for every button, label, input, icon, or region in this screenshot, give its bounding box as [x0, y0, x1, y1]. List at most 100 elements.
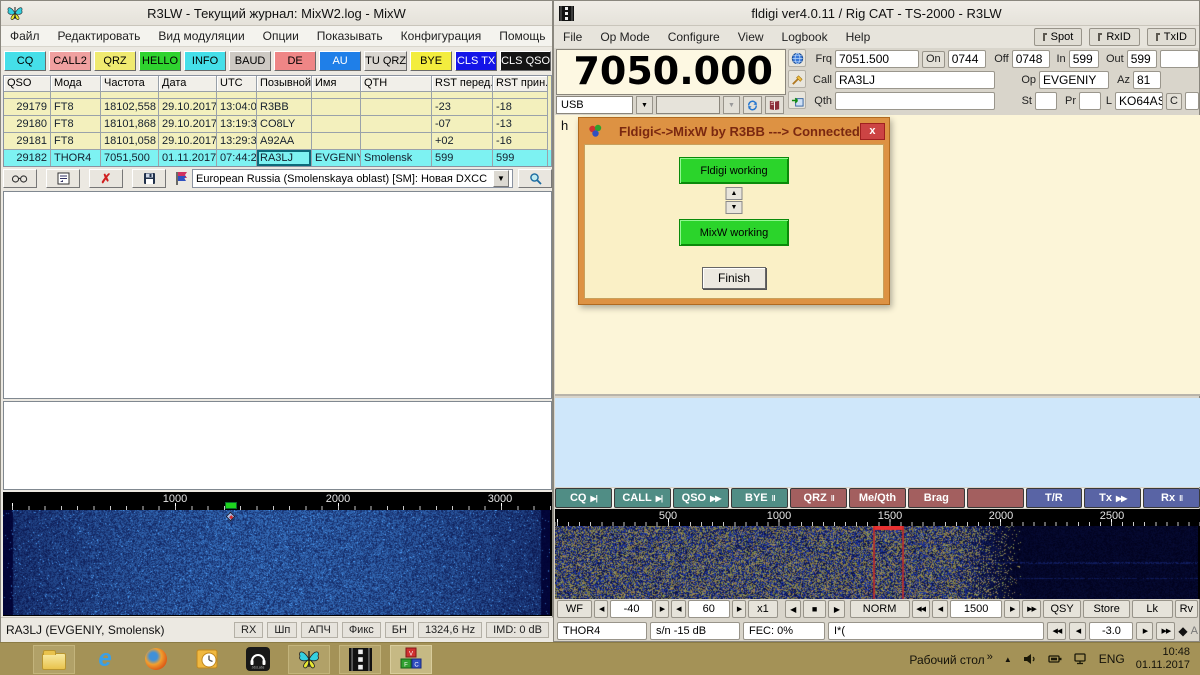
- freq-down-arrow[interactable]: ◀: [932, 600, 948, 618]
- mixw-menu-опции[interactable]: Опции: [254, 27, 308, 45]
- wf-range-input[interactable]: 60: [688, 600, 730, 618]
- mixw-menu-конфигурация[interactable]: Конфигурация: [392, 27, 491, 45]
- squelch-big-up-arrow[interactable]: ▶▶: [1156, 622, 1175, 640]
- gateway-app-button[interactable]: VFC: [390, 645, 432, 674]
- mixw-macro-call2[interactable]: CALL2: [49, 51, 91, 71]
- mixw-status-item-шп[interactable]: Шп: [267, 622, 297, 638]
- eyeglasses-button[interactable]: [3, 169, 37, 188]
- fldigi-macro-bye[interactable]: BYE‖: [731, 488, 788, 508]
- fldigi-taskbar-button[interactable]: [339, 645, 381, 674]
- wf-range-right-arrow[interactable]: ▶: [732, 600, 746, 618]
- fldigi-titlebar[interactable]: fldigi ver4.0.11 / Rig CAT - TS-2000 - R…: [554, 1, 1199, 26]
- log-column-header-дата[interactable]: Дата: [159, 76, 217, 92]
- spinner-up-icon[interactable]: ▲: [726, 187, 743, 200]
- fldigi-menu-view[interactable]: View: [729, 28, 773, 46]
- mixw-status-item-бн[interactable]: БН: [385, 622, 414, 638]
- speaker-icon[interactable]: [1023, 653, 1037, 665]
- spinner-down-icon[interactable]: ▼: [726, 201, 743, 214]
- log-row[interactable]: 29182THOR47051,50001.11.201707:44:21RA3L…: [4, 150, 551, 167]
- fldigi-tx-pane[interactable]: [555, 398, 1200, 487]
- wf-mode-button[interactable]: WF: [557, 600, 592, 618]
- mixw-titlebar[interactable]: R3LW - Текущий журнал: MixW2.log - MixW: [1, 1, 552, 26]
- mode-select-arrow[interactable]: ▼: [636, 96, 653, 114]
- az-input[interactable]: 81: [1133, 71, 1161, 89]
- fldigi-waterfall-scale[interactable]: 5001000150020002500: [555, 509, 1200, 526]
- dxcc-dropdown[interactable]: European Russia (Smolenskaya oblast) [SM…: [192, 169, 513, 188]
- status-mode[interactable]: THOR4: [557, 622, 647, 640]
- firefox-button[interactable]: [135, 645, 177, 674]
- desktop-toolbar[interactable]: Рабочий стол»: [909, 651, 992, 667]
- rst-in-input[interactable]: 599: [1069, 50, 1099, 68]
- mode-select[interactable]: USB: [556, 96, 633, 114]
- fldigi-menu-configure[interactable]: Configure: [659, 28, 729, 46]
- mixw-taskbar-button[interactable]: [288, 645, 330, 674]
- fldigi-menu-help[interactable]: Help: [837, 28, 880, 46]
- fldigi-macro-blank-7[interactable]: [967, 488, 1024, 508]
- frq-input[interactable]: 7051.500: [835, 50, 919, 68]
- clock[interactable]: 10:48 01.11.2017: [1136, 646, 1190, 672]
- fldigi-working-button[interactable]: Fldigi working: [679, 157, 789, 184]
- wf-lower-input[interactable]: -40: [610, 600, 652, 618]
- mixw-menu-вид-модуляции[interactable]: Вид модуляции: [149, 27, 253, 45]
- log-form-button[interactable]: [46, 169, 80, 188]
- qsy-button[interactable]: QSY: [1043, 600, 1082, 618]
- extra-input-1[interactable]: [1160, 50, 1199, 68]
- squelch-up-arrow[interactable]: ▶: [1136, 622, 1153, 640]
- fldigi-macro-tx[interactable]: Tx▶▶: [1084, 488, 1141, 508]
- pr-input[interactable]: [1079, 92, 1101, 110]
- mixw-menu-показывать[interactable]: Показывать: [308, 27, 392, 45]
- mixw-status-item-апч[interactable]: АПЧ: [301, 622, 337, 638]
- extra-input-2[interactable]: [1185, 92, 1199, 110]
- mixw-macro-cq[interactable]: CQ: [4, 51, 46, 71]
- fldigi-macro-brag[interactable]: Brag: [908, 488, 965, 508]
- mixw-status-item-фикс[interactable]: Фикс: [342, 622, 381, 638]
- mixw-status-item-rx[interactable]: RX: [234, 622, 263, 638]
- fldigi-macro-qrz[interactable]: QRZ‖: [790, 488, 847, 508]
- fldigi-menu-logbook[interactable]: Logbook: [773, 28, 837, 46]
- fldigi-macro-rx[interactable]: Rx‖: [1143, 488, 1200, 508]
- mixw-macro-de[interactable]: DE: [274, 51, 316, 71]
- log-column-header-utc[interactable]: UTC: [217, 76, 257, 92]
- wf-scroll-right-arrow[interactable]: ▶: [828, 600, 844, 618]
- bandwidth-select-arrow[interactable]: ▼: [723, 96, 740, 114]
- mixw-working-button[interactable]: MixW working: [679, 219, 789, 246]
- send-to-log-icon[interactable]: [788, 91, 806, 109]
- wf-range-left-arrow[interactable]: ◀: [671, 600, 685, 618]
- mixw-waterfall-display[interactable]: [3, 510, 550, 615]
- log-column-header-qso[interactable]: QSO: [4, 76, 51, 92]
- freq-up-arrow[interactable]: ▶: [1004, 600, 1020, 618]
- squelch-down-arrow[interactable]: ◀: [1069, 622, 1086, 640]
- file-explorer-button[interactable]: [33, 645, 75, 674]
- log-column-header-мода[interactable]: Мода: [51, 76, 101, 92]
- audio-freq-input[interactable]: 1500: [950, 600, 1002, 618]
- fldigi-menu-file[interactable]: File: [554, 28, 591, 46]
- log-column-header-частота[interactable]: Частота: [101, 76, 159, 92]
- toggle-txid[interactable]: TxID: [1147, 28, 1196, 46]
- wf-speed-button[interactable]: NORM: [850, 600, 910, 618]
- mixw-rx-pane[interactable]: [3, 191, 552, 399]
- dialog-titlebar[interactable]: Fldigi<->MixW by R3BB ---> Connected x: [579, 118, 889, 144]
- op-input[interactable]: EVGENIY: [1039, 71, 1109, 89]
- fldigi-macro-cq[interactable]: CQ▶|: [555, 488, 612, 508]
- fldigi-macro-call[interactable]: CALL▶|: [614, 488, 671, 508]
- freq-big-up-arrow[interactable]: ▶▶: [1022, 600, 1040, 618]
- internet-explorer-button[interactable]: e: [84, 645, 126, 674]
- audio-app-button[interactable]: JdsLabs: [237, 645, 279, 674]
- wf-stop-icon[interactable]: ■: [803, 600, 826, 618]
- log-row[interactable]: 29179FT818102,55829.10.201713:04:00R3BB-…: [4, 99, 551, 116]
- globe-icon[interactable]: [788, 49, 806, 67]
- mixw-macro-baud[interactable]: BAUD: [229, 51, 271, 71]
- fldigi-menu-op-mode[interactable]: Op Mode: [591, 28, 658, 46]
- lock-button[interactable]: Lk: [1132, 600, 1173, 618]
- wf-scroll-left-arrow[interactable]: ◀: [785, 600, 801, 618]
- delete-qso-button[interactable]: ✗: [89, 169, 123, 188]
- fldigi-macro-qso[interactable]: QSO▶▶: [673, 488, 730, 508]
- logbook-button[interactable]: [765, 96, 784, 114]
- refresh-button[interactable]: [743, 96, 762, 114]
- network-icon[interactable]: [1074, 653, 1088, 665]
- log-row[interactable]: 29180FT818101,86829.10.201713:19:30CO8LY…: [4, 116, 551, 133]
- rst-out-input[interactable]: 599: [1127, 50, 1157, 68]
- mixw-macro-au[interactable]: AU: [319, 51, 361, 71]
- freq-big-down-arrow[interactable]: ◀◀: [912, 600, 930, 618]
- fldigi-macro-t-r[interactable]: T/R: [1026, 488, 1083, 508]
